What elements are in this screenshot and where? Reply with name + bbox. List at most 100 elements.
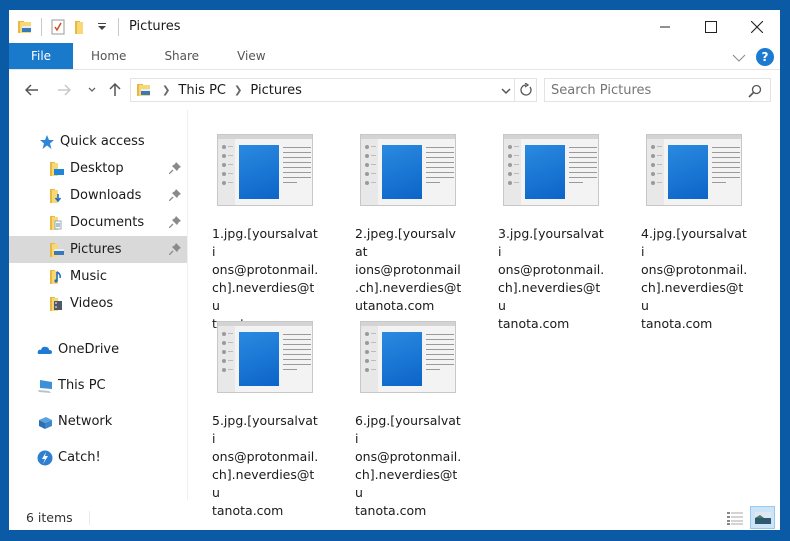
onedrive-icon (37, 342, 53, 358)
sidebar-item-label: Desktop (70, 161, 124, 176)
arrow-right-icon (58, 84, 71, 96)
file-item[interactable]: 6.jpg.[yoursalvati ons@protonmail. ch].nev… (355, 321, 465, 520)
tab-view[interactable]: View (219, 43, 285, 69)
refresh-button[interactable] (515, 78, 537, 102)
close-icon (751, 20, 763, 33)
tab-home[interactable]: Home (73, 43, 146, 69)
file-thumbnail (360, 134, 456, 206)
sidebar-item-label: OneDrive (58, 342, 120, 357)
file-name: 2.jpeg.[yoursalvat ions@protonmail .ch].ne… (355, 226, 462, 313)
pin-icon[interactable] (168, 162, 181, 178)
tab-share[interactable]: Share (146, 43, 219, 69)
sidebar-item-desktop[interactable]: Desktop (9, 155, 187, 182)
sidebar-item-label: Catch! (58, 450, 101, 465)
arrow-left-icon (25, 84, 38, 96)
quick-access-toolbar (9, 10, 127, 43)
refresh-icon (519, 83, 532, 96)
details-view-icon (727, 512, 743, 525)
expand-ribbon-button[interactable] (732, 47, 746, 66)
minimize-icon (660, 26, 670, 27)
search-box[interactable] (544, 78, 771, 102)
sidebar-item-videos[interactable]: Videos (9, 290, 187, 317)
title-bar: Pictures (9, 10, 780, 43)
help-button[interactable]: ? (756, 47, 774, 66)
file-name: 4.jpg.[yoursalvati ons@protonmail. ch].nev… (641, 226, 748, 331)
file-name: 5.jpg.[yoursalvati ons@protonmail. ch].nev… (212, 413, 319, 518)
sidebar-item-documents[interactable]: Documents (9, 209, 187, 236)
breadcrumb-separator-icon: ❯ (234, 84, 243, 96)
item-count: 6 items (26, 510, 73, 525)
network-icon (37, 414, 53, 430)
file-item[interactable]: 1.jpg.[yoursalvati ons@protonmail. ch].nev… (212, 134, 322, 333)
file-item[interactable]: 4.jpg.[yoursalvati ons@protonmail. ch].nev… (641, 134, 751, 333)
sidebar-item-downloads[interactable]: Downloads (9, 182, 187, 209)
close-button[interactable] (734, 10, 780, 43)
pin-icon[interactable] (168, 243, 181, 259)
sidebar-item-label: Documents (70, 215, 145, 230)
minimize-button[interactable] (642, 10, 688, 43)
pictures-folder-icon (49, 242, 65, 258)
file-name: 3.jpg.[yoursalvati ons@protonmail. ch].nev… (498, 226, 605, 331)
details-view-button[interactable] (725, 508, 745, 528)
pictures-folder-icon (136, 82, 152, 98)
chevron-down-icon (732, 54, 746, 62)
sidebar-item-this-pc[interactable]: This PC (9, 372, 187, 399)
search-icon[interactable] (748, 83, 762, 102)
breadcrumb-this-pc[interactable]: This PC (178, 83, 226, 98)
pictures-folder-icon (17, 19, 33, 35)
sidebar-item-label: Downloads (70, 188, 142, 203)
forward-button[interactable] (53, 79, 75, 101)
file-item[interactable]: 2.jpeg.[yoursalvat ions@protonmail .ch].ne… (355, 134, 465, 315)
sidebar-item-label: Music (70, 269, 107, 284)
file-item[interactable]: 5.jpg.[yoursalvati ons@protonmail. ch].nev… (212, 321, 322, 520)
new-folder-icon[interactable] (72, 19, 88, 35)
address-history-dropdown[interactable] (500, 83, 512, 102)
pin-icon[interactable] (168, 216, 181, 232)
catch-icon (37, 450, 53, 466)
sidebar-item-pictures[interactable]: Pictures (9, 236, 187, 263)
maximize-icon (705, 20, 717, 33)
recent-locations-button[interactable] (81, 79, 103, 101)
navigation-pane: Quick access Desktop Downloads Documents (9, 110, 187, 500)
sidebar-item-network[interactable]: Network (9, 408, 187, 435)
file-item[interactable]: 3.jpg.[yoursalvati ons@protonmail. ch].nev… (498, 134, 608, 333)
maximize-button[interactable] (688, 10, 734, 43)
navigation-bar: ❯ This PC ❯ Pictures (9, 76, 780, 104)
file-thumbnail (360, 321, 456, 393)
search-input[interactable] (551, 82, 741, 98)
address-bar[interactable]: ❯ This PC ❯ Pictures (130, 78, 515, 102)
videos-folder-icon (49, 296, 65, 312)
file-thumbnail (217, 321, 313, 393)
sidebar-item-label: This PC (58, 378, 106, 393)
desktop-folder-icon (49, 161, 65, 177)
music-folder-icon (49, 269, 65, 285)
sidebar-item-quick-access[interactable]: Quick access (9, 128, 187, 155)
this-pc-icon (37, 378, 53, 394)
back-button[interactable] (21, 79, 43, 101)
up-button[interactable] (104, 79, 126, 101)
sidebar-item-label: Videos (70, 296, 114, 311)
file-list: 1.jpg.[yoursalvati ons@protonmail. ch].nev… (188, 110, 780, 518)
sidebar-item-music[interactable]: Music (9, 263, 187, 290)
downloads-folder-icon (49, 188, 65, 204)
sidebar-item-catch[interactable]: Catch! (9, 444, 187, 471)
arrow-up-icon (109, 83, 121, 96)
large-icons-view-button[interactable] (750, 506, 775, 529)
sidebar-item-onedrive[interactable]: OneDrive (9, 336, 187, 363)
tab-file[interactable]: File (9, 43, 73, 69)
pin-icon[interactable] (168, 189, 181, 205)
ribbon-tabs: File Home Share View ? (9, 43, 780, 70)
sidebar-item-label: Network (58, 414, 113, 429)
ribbon-right-controls: ? (732, 43, 774, 70)
sidebar-item-label: Quick access (60, 134, 145, 149)
properties-icon[interactable] (50, 19, 66, 35)
customize-toolbar-dropdown-icon[interactable] (94, 19, 110, 35)
status-bar: 6 items (9, 506, 780, 530)
breadcrumb-pictures[interactable]: Pictures (250, 83, 301, 98)
explorer-window: Pictures File Home Share View ? ❯ This P… (9, 10, 780, 530)
toolbar-separator (118, 17, 119, 36)
breadcrumb-separator-icon: ❯ (162, 84, 171, 96)
large-icons-view-icon (754, 511, 771, 524)
file-thumbnail (217, 134, 313, 206)
file-thumbnail (646, 134, 742, 206)
